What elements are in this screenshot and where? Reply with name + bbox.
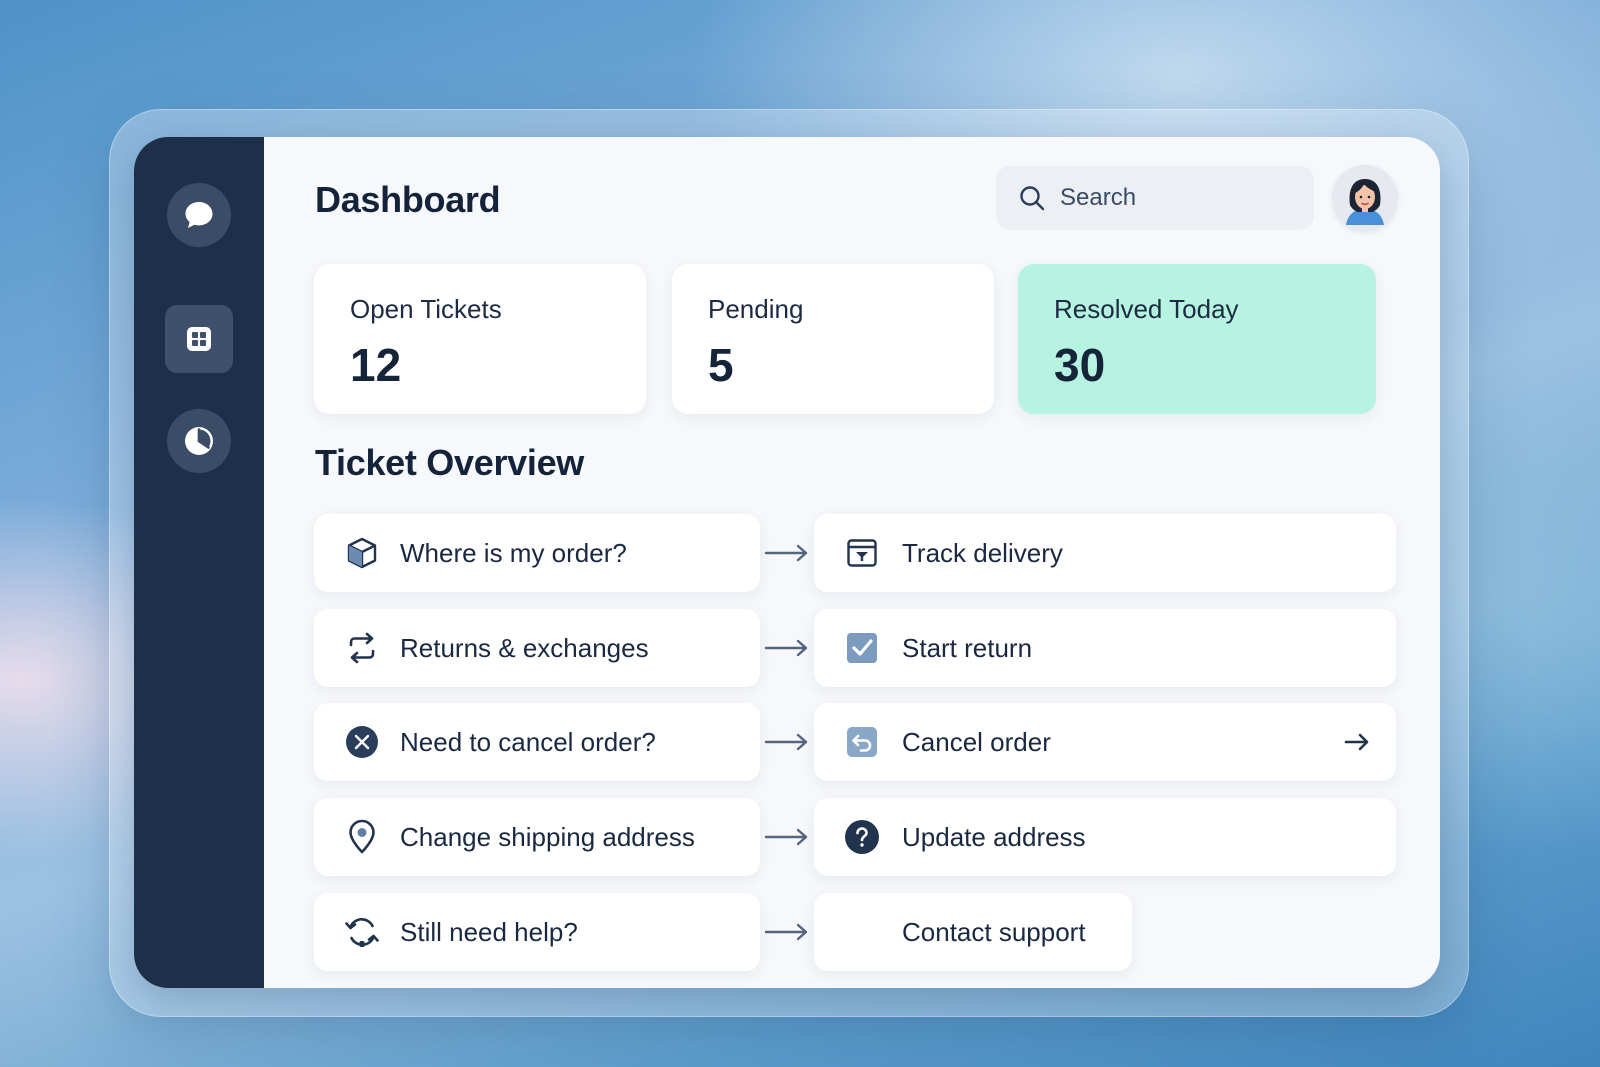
checkbox-icon	[842, 628, 882, 668]
arrow-right-icon	[764, 544, 808, 562]
user-avatar-icon	[1332, 165, 1398, 231]
map-pin-icon	[342, 817, 382, 857]
ticket-row: Still need help? Contact support	[264, 893, 1440, 971]
sidebar-item-reports[interactable]	[167, 409, 231, 473]
page-title: Dashboard	[315, 179, 501, 220]
arrow-right-icon	[764, 828, 808, 846]
ticket-action-card[interactable]: Start return	[814, 609, 1396, 687]
stat-label: Pending	[708, 294, 804, 324]
stat-card-pending[interactable]: Pending 5	[672, 264, 994, 414]
arrow-right-icon	[764, 923, 808, 941]
chat-bubble-icon	[185, 202, 213, 228]
package-icon	[342, 533, 382, 573]
ticket-question-label: Returns & exchanges	[400, 632, 649, 663]
ticket-question-card[interactable]: Change shipping address	[314, 798, 760, 876]
search-input[interactable]	[1058, 183, 1292, 213]
ticket-action-label: Contact support	[902, 916, 1086, 947]
sidebar-item-dashboard[interactable]	[165, 305, 233, 373]
ticket-question-card[interactable]: Still need help?	[314, 893, 760, 971]
section-title: Ticket Overview	[315, 442, 584, 483]
headset-refresh-icon	[342, 912, 382, 952]
arrow-right-icon[interactable]	[1342, 727, 1372, 757]
ticket-action-card[interactable]: Cancel order	[814, 703, 1396, 781]
undo-icon	[842, 722, 882, 762]
sidebar	[134, 137, 264, 988]
ticket-question-label: Where is my order?	[400, 537, 627, 568]
stat-card-resolved-today[interactable]: Resolved Today 30	[1018, 264, 1376, 414]
ticket-action-label: Start return	[902, 632, 1033, 663]
ticket-question-card[interactable]: Returns & exchanges	[314, 609, 760, 687]
app-window: Dashboard Open Tickets 12	[134, 137, 1440, 988]
ticket-row: Where is my order? Track delivery	[264, 514, 1440, 592]
stat-value: 5	[708, 339, 734, 391]
ticket-row: Change shipping address Update address	[264, 798, 1440, 876]
ticket-action-card[interactable]: Track delivery	[814, 514, 1396, 592]
ticket-question-label: Still need help?	[400, 916, 578, 947]
grid-icon	[187, 327, 211, 351]
help-circle-icon	[842, 817, 882, 857]
ticket-action-label: Cancel order	[902, 726, 1051, 757]
stat-value: 30	[1054, 339, 1106, 391]
main-content: Dashboard Open Tickets 12	[264, 137, 1440, 988]
arrow-right-icon	[764, 733, 808, 751]
ticket-action-label: Track delivery	[902, 537, 1063, 568]
ticket-action-label: Update address	[902, 821, 1086, 852]
x-circle-icon	[342, 722, 382, 762]
avatar[interactable]	[1332, 165, 1398, 231]
search-icon	[1020, 186, 1045, 211]
stat-label: Open Tickets	[350, 294, 502, 324]
search-bar[interactable]	[996, 166, 1314, 230]
arrow-right-icon	[764, 639, 808, 657]
ticket-action-card[interactable]: Update address	[814, 798, 1396, 876]
ticket-question-label: Need to cancel order?	[400, 726, 656, 757]
ticket-row: Returns & exchanges Start return	[264, 609, 1440, 687]
ticket-question-label: Change shipping address	[400, 821, 695, 852]
refresh-icon	[342, 628, 382, 668]
ticket-question-card[interactable]: Where is my order?	[314, 514, 760, 592]
ticket-action-card[interactable]: Contact support	[814, 893, 1132, 971]
stat-label: Resolved Today	[1054, 294, 1239, 324]
stat-card-open-tickets[interactable]: Open Tickets 12	[314, 264, 646, 414]
calendar-icon	[842, 533, 882, 573]
stat-value: 12	[350, 339, 402, 391]
ticket-question-card[interactable]: Need to cancel order?	[314, 703, 760, 781]
pie-chart-icon	[185, 427, 213, 455]
sidebar-item-chat[interactable]	[167, 183, 231, 247]
ticket-row: Need to cancel order? Cancel order	[264, 703, 1440, 781]
